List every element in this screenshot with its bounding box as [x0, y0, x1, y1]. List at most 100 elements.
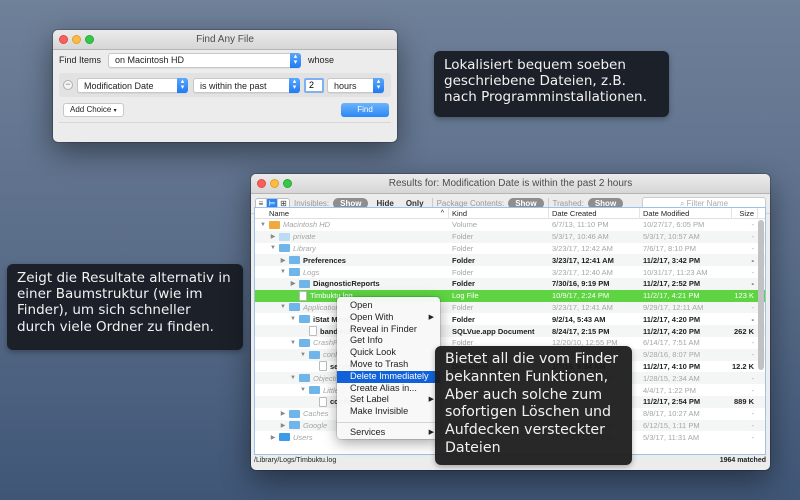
name-cell: ▼ Macintosh HD — [255, 220, 449, 229]
disclosure-collapsed-icon[interactable]: ▶ — [269, 434, 277, 441]
context-menu: Open Open With ▶ Reveal in Finder Get Info Qu… — [337, 297, 440, 439]
kind-cell: Log File — [452, 291, 479, 301]
callout-left: Zeigt die Resultate alternativ in einer … — [7, 264, 243, 350]
menu-item-open-with[interactable]: Open With ▶ — [337, 312, 440, 324]
table-row[interactable]: ▶ private Folder 5/3/17, 10:46 AM 5/3/17, 10… — [255, 230, 765, 243]
menu-item-move-to-trash[interactable]: Move to Trash — [337, 359, 440, 371]
menu-item-services[interactable]: Services ▶ — [337, 427, 440, 439]
size-cell: 262 K — [733, 326, 754, 336]
date-modified-cell: 6/14/17, 7:51 AM — [643, 338, 700, 348]
size-cell: - — [751, 220, 755, 230]
column-header-kind[interactable]: Kind — [449, 208, 549, 218]
file-icon — [319, 361, 327, 372]
folder-icon — [299, 338, 310, 347]
menu-item-reveal-in-finder[interactable]: Reveal in Finder — [337, 324, 440, 336]
amount-field[interactable]: 2 — [304, 78, 324, 93]
disclosure-collapsed-icon[interactable]: ▶ — [279, 410, 287, 417]
disclosure-collapsed-icon[interactable]: ▶ — [279, 257, 287, 264]
disclosure-expanded-icon[interactable]: ▼ — [289, 340, 297, 346]
table-row[interactable]: bandwidthSQLVue.app Document8/24/17, 2:1… — [255, 325, 765, 337]
menu-item-make-invisible[interactable]: Make Invisible — [337, 406, 440, 418]
table-row[interactable]: ▼ Library Folder 3/23/17, 12:42 AM 7/6/17, 8… — [255, 243, 765, 255]
size-cell: - — [751, 373, 755, 383]
disclosure-collapsed-icon[interactable]: ▶ — [279, 422, 287, 429]
callout-top: Lokalisiert bequem soeben geschriebene D… — [434, 51, 669, 117]
table-row[interactable]: ▶ DiagnosticReports Folder 7/30/16, 9:19 PM… — [255, 277, 765, 290]
folder-icon — [299, 315, 310, 324]
menu-item-delete-immediately[interactable]: Delete Immediately — [337, 370, 440, 383]
disclosure-expanded-icon[interactable]: ▼ — [269, 245, 277, 251]
column-header-date-created[interactable]: Date Created — [549, 208, 640, 218]
callout-bottom: Bietet all die vom Finder bekannten Funk… — [435, 346, 632, 465]
sort-ascending-icon: ^ — [440, 210, 444, 217]
item-name: DiagnosticReports — [313, 279, 380, 289]
minimize-button[interactable] — [72, 35, 81, 44]
table-row[interactable]: ▶ Preferences Folder 3/23/17, 12:41 AM 11/2/… — [255, 254, 765, 267]
find-button[interactable]: Find — [341, 103, 389, 117]
vertical-scrollbar[interactable] — [758, 220, 764, 370]
zoom-button[interactable] — [283, 179, 292, 188]
disclosure-expanded-icon[interactable]: ▼ — [289, 375, 297, 381]
date-modified-cell: 5/3/17, 11:31 AM — [643, 432, 700, 442]
operator-popup[interactable]: is within the past ▴ ▾ — [193, 78, 300, 93]
window-title: Find Any File — [196, 34, 254, 45]
menu-item-open[interactable]: Open — [337, 300, 440, 312]
folder-icon — [289, 268, 300, 277]
close-button[interactable] — [257, 179, 266, 188]
date-created-cell: 10/9/17, 2:24 PM — [552, 291, 610, 301]
status-path: /Library/Logs/Timbuktu.log — [254, 457, 337, 464]
date-modified-cell: 10/27/17, 6:05 PM — [643, 220, 705, 230]
column-header-size[interactable]: Size — [732, 208, 758, 218]
criterion-popup[interactable]: Modification Date ▴ ▾ — [77, 78, 188, 93]
date-modified-cell: 4/4/17, 1:22 PM — [643, 385, 696, 395]
zoom-button[interactable] — [85, 35, 94, 44]
item-name: Logs — [303, 267, 320, 277]
table-row[interactable]: ▼ Application Support Folder 3/23/17, 12:41… — [255, 301, 765, 314]
table-row[interactable]: Timbuktu.log Log File 10/9/17, 2:24 PM 11/2… — [255, 289, 765, 302]
menu-item-create-alias-in[interactable]: Create Alias in... — [337, 383, 440, 395]
menu-item-label: Move to Trash — [350, 358, 409, 369]
disclosure-expanded-icon[interactable]: ▼ — [279, 269, 287, 275]
disclosure-expanded-icon[interactable]: ▼ — [299, 387, 307, 393]
size-cell: 123 K — [734, 291, 754, 301]
column-header-date-modified[interactable]: Date Modified — [640, 208, 732, 218]
window-title: Results for: Modification Date is within… — [388, 178, 633, 189]
disclosure-collapsed-icon[interactable]: ▶ — [289, 280, 297, 287]
disclosure-expanded-icon[interactable]: ▼ — [299, 352, 307, 358]
updown-arrows-icon: ▴ ▾ — [290, 52, 302, 68]
volume-icon — [269, 220, 280, 229]
column-header-name[interactable]: Name ^ — [255, 208, 449, 218]
date-modified-cell: 11/2/17, 4:10 PM — [643, 361, 701, 371]
disclosure-expanded-icon[interactable]: ▼ — [279, 304, 287, 310]
minimize-button[interactable] — [270, 179, 279, 188]
date-created-cell: 7/30/16, 9:19 PM — [552, 279, 610, 289]
disclosure-collapsed-icon[interactable]: ▶ — [269, 233, 277, 240]
submenu-arrow-icon: ▶ — [428, 313, 434, 321]
location-popup[interactable]: on Macintosh HD ▴ ▾ — [108, 52, 302, 68]
menu-separator — [337, 421, 440, 423]
size-cell: - — [751, 409, 755, 419]
menu-item-set-label[interactable]: Set Label ▶ — [337, 394, 440, 406]
kind-cell: Folder — [452, 267, 474, 277]
table-row[interactable]: ▼ iStat Menus Folder 9/2/14, 5:43 AM 11/2/17… — [255, 313, 765, 325]
disclosure-expanded-icon[interactable]: ▼ — [289, 316, 297, 322]
item-name: private — [293, 232, 316, 242]
table-row[interactable]: ▼ Macintosh HD Volume 6/7/13, 11:10 PM 10/27… — [255, 219, 765, 231]
add-choice-button[interactable]: Add Choice ▾ — [63, 103, 124, 117]
column-name-label: Name — [269, 209, 290, 218]
disclosure-expanded-icon[interactable]: ▼ — [259, 222, 267, 228]
remove-criterion-button[interactable]: − — [63, 80, 73, 90]
item-name: conf — [323, 350, 338, 360]
unit-popup[interactable]: hours ▴ ▾ — [327, 78, 384, 93]
kind-cell: Folder — [452, 279, 475, 289]
close-button[interactable] — [59, 35, 68, 44]
menu-item-get-info[interactable]: Get Info — [337, 335, 440, 347]
menu-item-quick-look[interactable]: Quick Look — [337, 347, 440, 359]
kind-cell: Folder — [452, 232, 474, 242]
kind-cell: Folder — [452, 302, 474, 312]
table-row[interactable]: ▼ Logs Folder 3/23/17, 12:40 AM 10/31/17, 11… — [255, 266, 765, 278]
item-name: Library — [293, 243, 316, 253]
date-created-cell: 5/3/17, 10:46 AM — [552, 232, 609, 242]
date-created-cell: 9/2/14, 5:43 AM — [552, 314, 606, 324]
file-icon — [309, 326, 317, 337]
